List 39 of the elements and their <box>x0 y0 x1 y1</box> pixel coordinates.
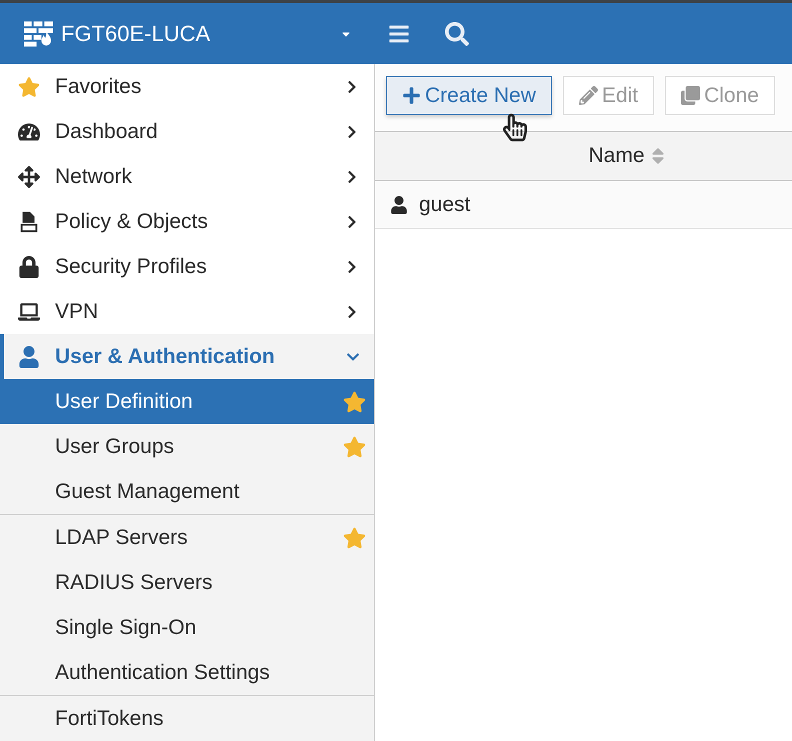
nav-subitem[interactable]: Authentication Settings <box>0 650 374 695</box>
nav-subitem[interactable]: RADIUS Servers <box>0 560 374 605</box>
star-icon <box>18 76 40 98</box>
star-icon[interactable] <box>343 390 366 412</box>
menu-icon[interactable] <box>388 22 410 44</box>
search-icon[interactable] <box>445 22 470 46</box>
chevron-right-icon <box>346 170 358 184</box>
nav-subitem[interactable]: FortiTokens <box>0 696 374 741</box>
nav-subitem[interactable]: Guest Management <box>0 469 374 514</box>
plus-icon <box>402 86 421 105</box>
chevron-right-icon <box>346 260 358 274</box>
chevron-right-icon <box>346 124 358 138</box>
toolbar-button[interactable]: Create New <box>386 76 552 115</box>
laptop-icon <box>18 300 40 322</box>
document-tray-icon <box>18 210 40 232</box>
sort-icon[interactable] <box>650 146 665 166</box>
clone-icon <box>681 86 700 105</box>
nav-subitem[interactable]: LDAP Servers <box>0 515 374 560</box>
nav-subitem[interactable]: User Groups <box>0 424 374 469</box>
chevron-right-icon <box>346 80 358 94</box>
user-icon <box>18 346 40 368</box>
column-header[interactable]: Name <box>375 132 792 180</box>
user-icon <box>391 196 407 214</box>
dashboard-gauge-icon <box>18 120 40 142</box>
nav-subitem[interactable]: Single Sign-On <box>0 605 374 650</box>
firewall-logo-icon <box>24 20 53 46</box>
move-arrows-icon <box>18 166 40 188</box>
nav-item[interactable]: User & Authentication <box>0 334 374 379</box>
table-cell-text: guest <box>419 192 470 218</box>
device-name: FGT60E-LUCA <box>61 20 210 48</box>
nav-subitem[interactable]: User Definition <box>0 379 374 424</box>
chevron-right-icon <box>346 214 358 228</box>
hand-pointer-cursor-icon <box>503 112 527 143</box>
chevron-right-icon <box>346 304 358 318</box>
star-icon[interactable] <box>343 436 366 458</box>
lock-icon <box>18 256 40 278</box>
star-icon[interactable] <box>343 526 366 548</box>
pencil-icon <box>578 86 598 105</box>
table-row[interactable]: guest <box>375 181 792 229</box>
